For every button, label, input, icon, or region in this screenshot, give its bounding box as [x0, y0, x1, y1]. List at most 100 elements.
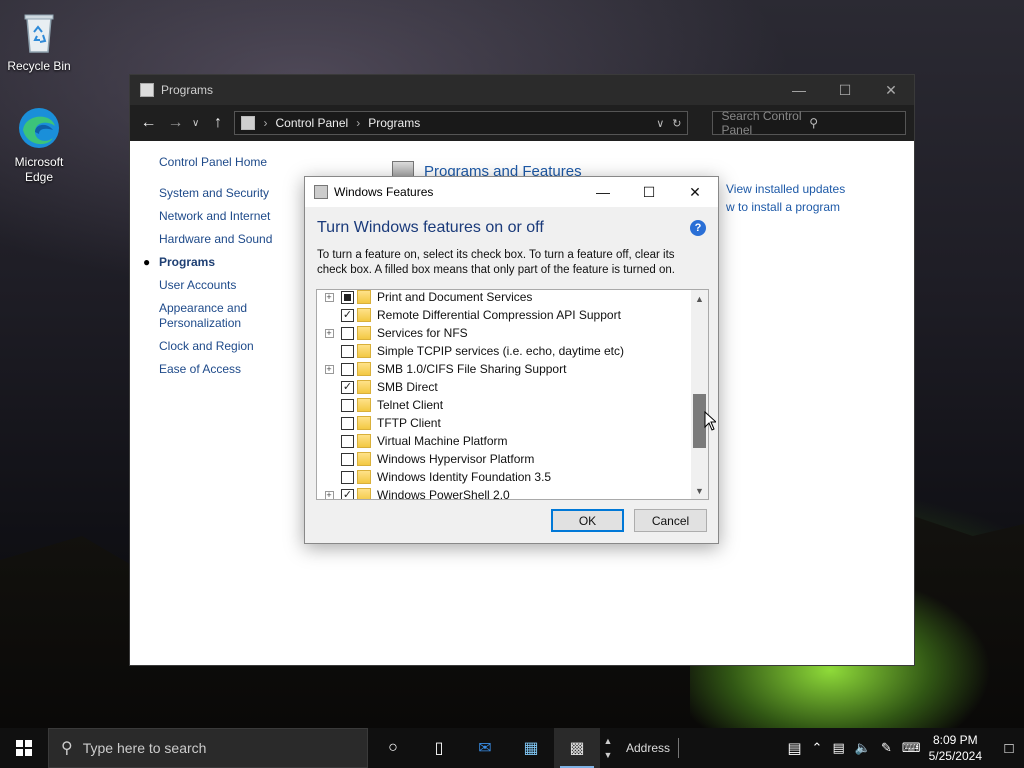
feature-checkbox[interactable]: ✓: [341, 488, 354, 499]
edge-icon: [15, 104, 63, 152]
chevron-down-icon[interactable]: ▼: [604, 748, 613, 762]
start-button[interactable]: [0, 728, 48, 768]
touch-keyboard-icon[interactable]: ⌨: [902, 740, 921, 756]
window-title: Programs: [161, 83, 214, 97]
folder-icon: [357, 290, 371, 304]
feature-label: Services for NFS: [377, 326, 468, 340]
ok-button[interactable]: OK: [551, 509, 624, 532]
nav-user-accounts[interactable]: User Accounts: [159, 278, 309, 293]
control-panel-taskbar-icon[interactable]: ▦: [508, 728, 554, 768]
dialog-maximize-icon[interactable]: ☐: [626, 177, 672, 207]
expand-toggle-icon[interactable]: +: [322, 292, 336, 302]
breadcrumb-programs[interactable]: Programs: [368, 116, 420, 130]
news-widget-icon[interactable]: ▤: [787, 739, 801, 757]
feature-row[interactable]: ✓ Remote Differential Compression API Sup…: [317, 306, 692, 324]
folder-icon: [357, 452, 371, 466]
cortana-icon[interactable]: ○: [370, 728, 416, 768]
pen-icon[interactable]: ✎: [881, 740, 892, 756]
nav-programs[interactable]: ● Programs: [143, 255, 309, 270]
chevron-up-icon[interactable]: ▲: [604, 734, 613, 748]
cancel-button[interactable]: Cancel: [634, 509, 707, 532]
minimize-icon[interactable]: —: [776, 75, 822, 105]
taskbar-search-box[interactable]: ⚲ Type here to search: [48, 728, 368, 768]
feature-checkbox[interactable]: [341, 416, 354, 430]
mail-icon[interactable]: ✉: [462, 728, 508, 768]
nav-clock-and-region[interactable]: Clock and Region: [159, 339, 309, 354]
feature-checkbox[interactable]: [341, 326, 354, 340]
dialog-title: Windows Features: [334, 185, 434, 199]
folder-icon: [357, 380, 371, 394]
feature-checkbox[interactable]: [341, 470, 354, 484]
forward-arrow-icon[interactable]: →: [165, 114, 186, 132]
network-icon[interactable]: ▤: [832, 740, 844, 756]
feature-row[interactable]: + SMB 1.0/CIFS File Sharing Support: [317, 360, 692, 378]
address-bar[interactable]: › Control Panel › Programs ∨ ↻: [234, 111, 689, 135]
system-tray: ▤ ⌃ ▤ 🔈 ✎ ⌨: [787, 739, 920, 757]
volume-icon[interactable]: 🔈: [855, 740, 871, 756]
feature-row[interactable]: + Print and Document Services: [317, 290, 692, 306]
feature-label: SMB Direct: [377, 380, 438, 394]
control-panel-home-link[interactable]: Control Panel Home: [159, 155, 309, 169]
scroll-down-arrow-icon[interactable]: ▼: [691, 482, 708, 499]
task-view-icon[interactable]: ▯: [416, 728, 462, 768]
refresh-icon[interactable]: ↻: [672, 117, 681, 130]
features-scrollbar[interactable]: ▲ ▼: [691, 290, 708, 499]
nav-programs-label: Programs: [159, 255, 216, 269]
dialog-minimize-icon[interactable]: —: [580, 177, 626, 207]
desktop-icon-recycle-bin[interactable]: Recycle Bin: [1, 8, 77, 74]
dialog-close-icon[interactable]: ✕: [672, 177, 718, 207]
notifications-icon[interactable]: □: [994, 740, 1024, 757]
expand-toggle-icon[interactable]: +: [322, 364, 336, 374]
close-icon[interactable]: ✕: [868, 75, 914, 105]
back-arrow-icon[interactable]: ←: [138, 114, 159, 132]
feature-row[interactable]: Windows Hypervisor Platform: [317, 450, 692, 468]
feature-checkbox[interactable]: [341, 452, 354, 466]
feature-row[interactable]: + Services for NFS: [317, 324, 692, 342]
show-hidden-icons-chevron-icon[interactable]: ⌃: [812, 740, 823, 756]
windows-features-icon: [314, 185, 328, 199]
feature-checkbox[interactable]: [341, 398, 354, 412]
window-titlebar[interactable]: Programs — ☐ ✕: [130, 75, 914, 105]
feature-row[interactable]: ✓ SMB Direct: [317, 378, 692, 396]
toolbar-scroll-arrows[interactable]: ▲ ▼: [600, 734, 616, 762]
feature-checkbox[interactable]: [341, 434, 354, 448]
feature-checkbox[interactable]: ✓: [341, 308, 354, 322]
windows-features-taskbar-icon[interactable]: ▩: [554, 728, 600, 768]
dialog-titlebar[interactable]: Windows Features — ☐ ✕: [305, 177, 718, 207]
nav-hardware-and-sound[interactable]: Hardware and Sound: [159, 232, 309, 247]
feature-row[interactable]: Windows Identity Foundation 3.5: [317, 468, 692, 486]
recent-locations-chevron-icon[interactable]: ∨: [192, 118, 202, 129]
scroll-up-arrow-icon[interactable]: ▲: [691, 290, 708, 307]
feature-checkbox[interactable]: [341, 290, 354, 304]
address-toolbar-label[interactable]: Address: [626, 738, 680, 758]
folder-icon: [357, 488, 371, 499]
nav-appearance-and-personalization[interactable]: Appearance and Personalization: [159, 301, 309, 331]
feature-checkbox[interactable]: [341, 344, 354, 358]
feature-row[interactable]: + ✓ Windows PowerShell 2.0: [317, 486, 692, 499]
breadcrumb-control-panel[interactable]: Control Panel: [275, 116, 348, 130]
features-tree[interactable]: + Print and Document Services ✓ Remote Diff…: [316, 289, 709, 500]
feature-row[interactable]: Virtual Machine Platform: [317, 432, 692, 450]
nav-system-and-security[interactable]: System and Security: [159, 186, 309, 201]
feature-checkbox[interactable]: [341, 362, 354, 376]
help-icon[interactable]: ?: [690, 220, 706, 236]
search-control-panel-input[interactable]: Search Control Panel ⚲: [712, 109, 906, 137]
address-dropdown-chevron-icon[interactable]: ∨: [656, 117, 664, 130]
up-arrow-icon[interactable]: ↑: [208, 114, 229, 132]
dialog-description: To turn a feature on, select its check b…: [317, 249, 675, 276]
maximize-icon[interactable]: ☐: [822, 75, 868, 105]
expand-toggle-icon[interactable]: +: [322, 490, 336, 499]
feature-label: Simple TCPIP services (i.e. echo, daytim…: [377, 344, 624, 358]
nav-ease-of-access[interactable]: Ease of Access: [159, 362, 309, 377]
desktop-icon-edge[interactable]: Microsoft Edge: [1, 104, 77, 185]
feature-row[interactable]: TFTP Client: [317, 414, 692, 432]
view-installed-updates-link[interactable]: View installed updates: [726, 180, 845, 198]
feature-row[interactable]: Telnet Client: [317, 396, 692, 414]
how-to-install-program-link[interactable]: w to install a program: [726, 198, 845, 216]
nav-network-and-internet[interactable]: Network and Internet: [159, 209, 309, 224]
feature-checkbox[interactable]: ✓: [341, 380, 354, 394]
edge-label-line1: Microsoft: [14, 155, 64, 169]
feature-row[interactable]: Simple TCPIP services (i.e. echo, daytim…: [317, 342, 692, 360]
clock[interactable]: 8:09 PM 5/25/2024: [929, 732, 982, 764]
expand-toggle-icon[interactable]: +: [322, 328, 336, 338]
